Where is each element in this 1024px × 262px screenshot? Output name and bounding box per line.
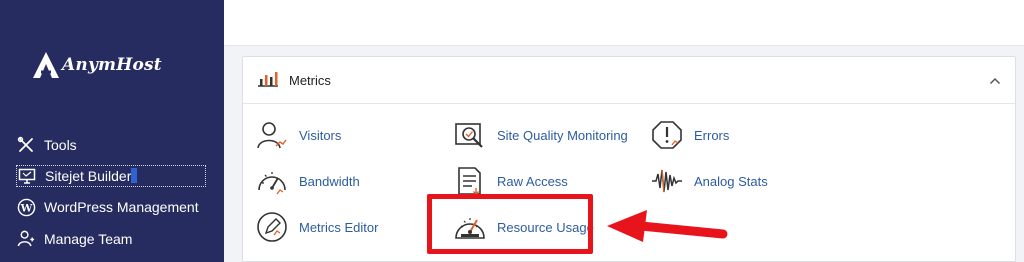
sidebar-item-label: Tools — [44, 136, 77, 153]
metric-metrics-editor[interactable]: Metrics Editor — [255, 209, 378, 245]
metric-bandwidth[interactable]: Bandwidth — [255, 163, 360, 199]
svg-text:W: W — [19, 202, 32, 214]
panel-title: Metrics — [289, 72, 331, 88]
sidebar: AnymHost Tools Sitejet Builder W WordPre… — [0, 0, 224, 262]
text-cursor — [131, 168, 138, 183]
wordpress-icon: W — [16, 197, 36, 217]
sidebar-item-label: WordPress Management — [44, 199, 199, 216]
metric-visitors[interactable]: Visitors — [255, 117, 341, 153]
tools-icon — [16, 135, 36, 155]
top-bar — [224, 0, 1024, 46]
bar-chart-icon — [257, 69, 279, 92]
chevron-up-icon[interactable] — [989, 73, 1001, 91]
visitors-icon — [255, 118, 289, 152]
metric-label: Metrics Editor — [299, 219, 379, 235]
sidebar-item-label: Manage Team — [44, 230, 133, 247]
metric-label: Bandwidth — [299, 173, 360, 189]
red-arrow-icon — [607, 210, 728, 242]
sidebar-item-tools[interactable]: Tools — [16, 129, 210, 161]
sidebar-item-label: Sitejet Builder — [45, 167, 132, 184]
sidebar-item-sitejet-builder[interactable]: Sitejet Builder — [16, 164, 206, 187]
sidebar-item-wordpress-management[interactable]: W WordPress Management — [16, 192, 210, 224]
brand-logo-icon — [33, 52, 59, 78]
errors-icon — [650, 118, 684, 152]
highlight-box — [427, 194, 593, 254]
metrics-editor-icon — [255, 210, 289, 244]
metric-label: Errors — [694, 127, 730, 143]
metric-site-quality-monitoring[interactable]: Site Quality Monitoring — [453, 117, 628, 153]
metric-label: Analog Stats — [694, 173, 768, 189]
metric-analog-stats[interactable]: Analog Stats — [650, 163, 768, 199]
site-quality-icon — [453, 118, 487, 152]
metric-label: Site Quality Monitoring — [497, 127, 628, 143]
brand-logo[interactable]: AnymHost — [32, 48, 162, 82]
sidebar-item-manage-team[interactable]: Manage Team — [16, 223, 210, 255]
bandwidth-icon — [255, 164, 289, 198]
metrics-panel-header[interactable]: Metrics — [243, 57, 1015, 104]
brand-name: AnymHost — [62, 55, 162, 75]
metric-errors[interactable]: Errors — [650, 117, 729, 153]
monitor-icon — [17, 166, 37, 186]
team-icon — [16, 229, 36, 249]
analog-stats-icon — [650, 164, 684, 198]
metric-label: Raw Access — [497, 173, 568, 189]
sidebar-nav: Tools Sitejet Builder W WordPress Manage… — [16, 129, 210, 255]
metric-label: Visitors — [299, 127, 342, 143]
raw-access-icon — [453, 164, 487, 198]
